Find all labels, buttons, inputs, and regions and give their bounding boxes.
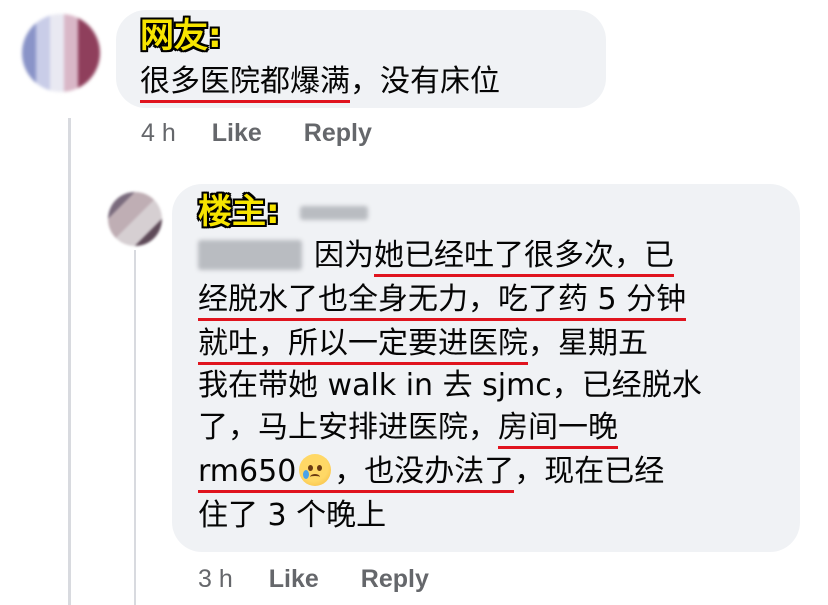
comment-1-like-button[interactable]: Like: [212, 119, 262, 147]
comment-1-reply-button[interactable]: Reply: [304, 119, 372, 147]
comment-2-line-6-highlight: rm650 ，也没办法了: [198, 454, 515, 493]
comment-1-meta: 4 h Like Reply: [141, 119, 372, 148]
avatar-poster[interactable]: [108, 192, 162, 246]
blurred-username[interactable]: [300, 206, 368, 220]
comment-2-meta: 3 h Like Reply: [198, 565, 429, 594]
comment-2-line-2-highlight: 经脱水了也全身无力，吃了药 5 分钟: [198, 282, 687, 321]
comment-2-line-5: 了，马上安排进医院，房间一晚: [198, 408, 618, 449]
blurred-username-prefix: [198, 240, 302, 270]
comment-2-line-6-highlight-2: ，也没办法了: [334, 454, 515, 489]
comment-1-highlight: 很多医院都爆满: [140, 64, 350, 103]
thread-line-reply: [134, 250, 136, 605]
comment-2-line-5-highlight: 房间一晚: [498, 410, 618, 449]
comment-2-line-3-highlight: 就吐，所以一定要进医院: [198, 326, 528, 365]
comment-2-line-5-pre: 了，马上安排进医院，: [198, 410, 498, 445]
comment-2-line-3-rest: ，星期五: [528, 326, 648, 361]
comment-2-line-4: 我在带她 walk in 去 sjmc，已经脱水: [198, 368, 702, 403]
comment-1-rest: ，没有床位: [350, 64, 500, 99]
thread-line-main: [68, 118, 71, 605]
netizen-tag: 网友:: [140, 16, 222, 56]
comment-2-line-1-pre: 因为: [314, 238, 374, 273]
comment-2-time[interactable]: 3 h: [198, 565, 233, 593]
comment-1-time[interactable]: 4 h: [141, 119, 176, 147]
price-text: rm650: [198, 454, 297, 489]
comment-2-line-1: 因为她已经吐了很多次，已: [314, 236, 674, 277]
comment-1-text: 很多医院都爆满，没有床位: [140, 62, 500, 103]
comment-2-line-6: rm650 ，也没办法了，现在已经: [198, 452, 665, 493]
comment-2-reply-button[interactable]: Reply: [361, 565, 429, 593]
comment-2-line-7: 住了 3 个晚上: [198, 498, 387, 533]
comment-2-like-button[interactable]: Like: [269, 565, 319, 593]
poster-tag: 楼主:: [198, 192, 280, 232]
comment-2-line-1-highlight: 她已经吐了很多次，已: [374, 238, 674, 277]
crying-face-icon: [299, 454, 332, 486]
comment-2-line-6-rest: ，现在已经: [514, 454, 665, 489]
comment-2-line-2: 经脱水了也全身无力，吃了药 5 分钟: [198, 280, 687, 321]
avatar-commenter[interactable]: [22, 14, 100, 92]
comment-2-line-3: 就吐，所以一定要进医院，星期五: [198, 324, 648, 365]
